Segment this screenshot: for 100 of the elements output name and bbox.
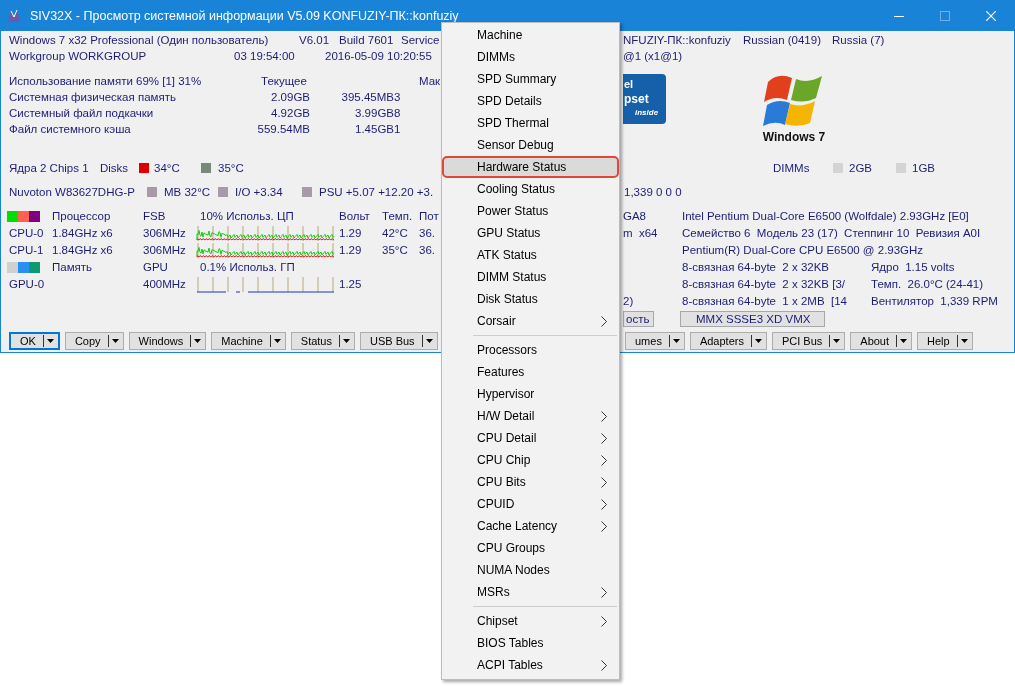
info-text: 2): [623, 294, 635, 309]
info-text: Nuvoton W83627DHG-P: [9, 185, 136, 200]
info-text: Использование памяти 69% [1] 31%: [9, 74, 203, 89]
menu-item[interactable]: Disk Status: [442, 288, 619, 310]
table-cell-text: 36.: [419, 226, 436, 241]
color-square: [147, 187, 157, 197]
feature-button[interactable]: MMX SSSE3 XD VMX: [680, 310, 826, 327]
info-text: Russian (0419): [743, 33, 822, 48]
menu-item[interactable]: Corsair: [442, 310, 619, 332]
dropdown-button[interactable]: umes: [625, 332, 685, 350]
badge-text: inside: [635, 109, 659, 117]
menu-item[interactable]: GPU Status: [442, 222, 619, 244]
table-cell-text: 1.29: [339, 226, 363, 241]
dropdown-button[interactable]: OK: [9, 332, 60, 350]
info-text: Workgroup WORKGROUP: [9, 49, 148, 64]
close-icon: [986, 10, 996, 21]
menu-item[interactable]: SPD Summary: [442, 68, 619, 90]
table-cell-text: 1.84GHz x6: [52, 226, 114, 241]
info-text: Темп. 26.0°C (24-41): [871, 277, 985, 292]
info-text: V6.01: [299, 33, 331, 48]
menu-item[interactable]: CPU Chip: [442, 449, 619, 471]
menu-item[interactable]: Cache Latency: [442, 515, 619, 537]
table-cell-text: 1.29: [339, 243, 363, 258]
menu-item[interactable]: Hardware Status: [442, 156, 619, 178]
menu-item[interactable]: MSRs: [442, 581, 619, 603]
dropdown-button[interactable]: Adapters: [689, 332, 767, 350]
table-cell-text: 36.: [419, 243, 436, 258]
column-header: Темп.: [382, 209, 414, 224]
info-text: 2GB: [849, 161, 873, 176]
table-cell-text: 400MHz: [143, 277, 187, 292]
table-cell-text: 1: [394, 122, 402, 137]
table-cell-text: 1.25: [339, 277, 363, 292]
info-text: Pentium(R) Dual-Core CPU E6500 @ 2.93GHz: [682, 243, 925, 258]
dropdown-button[interactable]: PCI Bus: [771, 332, 846, 350]
row-label: CPU-1: [9, 243, 45, 258]
table-cell-text: 4.92GB: [270, 106, 310, 121]
menu-item[interactable]: Sensor Debug: [442, 134, 619, 156]
info-text: Ядро 1.15 volts: [871, 260, 956, 275]
menu-item[interactable]: BIOS Tables: [442, 632, 619, 654]
info-text: I/O +3.34: [235, 185, 284, 200]
table-cell-text: 1.45GB: [354, 122, 394, 137]
info-text: Russia (7): [832, 33, 886, 48]
menu-item[interactable]: CPU Detail: [442, 427, 619, 449]
table-cell-text: 306MHz: [143, 243, 187, 258]
menu-item[interactable]: ATK Status: [442, 244, 619, 266]
app-icon: [6, 7, 22, 24]
column-header: FSB: [143, 209, 167, 224]
menu-item[interactable]: Features: [442, 361, 619, 383]
column-header: GPU: [143, 260, 169, 275]
caret-icon: [425, 339, 433, 343]
dropdown-button[interactable]: Windows: [128, 332, 207, 350]
menu-item[interactable]: DIMMs: [442, 46, 619, 68]
caret-icon: [46, 339, 54, 343]
menu-item[interactable]: Machine: [442, 24, 619, 46]
info-text: 8-связная 64-byte 2 x 32KB: [682, 260, 831, 275]
menu-item[interactable]: SPD Thermal: [442, 112, 619, 134]
menu-item[interactable]: Processors: [442, 339, 619, 361]
caret-icon: [672, 339, 680, 343]
menu-item[interactable]: Hypervisor: [442, 383, 619, 405]
row-label: GPU-0: [9, 277, 46, 292]
menu-item[interactable]: DIMM Status: [442, 266, 619, 288]
menu-item[interactable]: CPUID: [442, 493, 619, 515]
column-header: 0.1% Использ. ГП: [200, 260, 296, 275]
color-square: [833, 163, 843, 173]
menu-item[interactable]: SPD Details: [442, 90, 619, 112]
info-text: Service: [401, 33, 441, 48]
dropdown-button[interactable]: Status: [290, 332, 355, 350]
info-text: Disks: [100, 161, 130, 176]
menu-item[interactable]: H/W Detail: [442, 405, 619, 427]
feature-button[interactable]: ость: [623, 310, 655, 327]
menu-item[interactable]: CPU Bits: [442, 471, 619, 493]
row-label: CPU-0: [9, 226, 45, 241]
dropdown-button[interactable]: Help: [917, 332, 973, 350]
table-cell-text: 1.84GHz x6: [52, 243, 114, 258]
info-text: @1 (x1@1): [623, 49, 684, 64]
color-square: [302, 187, 312, 197]
color-square: [218, 187, 228, 197]
column-header: Мак: [419, 74, 442, 89]
table-cell-text: 8: [394, 106, 402, 121]
menu-item[interactable]: Power Status: [442, 200, 619, 222]
menu-item[interactable]: NUMA Nodes: [442, 559, 619, 581]
info-text: 35°C: [218, 161, 245, 176]
table-cell-text: 42°C: [382, 226, 409, 241]
row-label: Системная физическая память: [9, 90, 177, 105]
menu-item[interactable]: Chipset: [442, 610, 619, 632]
info-text: GA8: [623, 209, 647, 224]
caret-icon: [194, 339, 202, 343]
menu-item[interactable]: ACPI Tables: [442, 654, 619, 676]
dropdown-button[interactable]: About: [850, 332, 913, 350]
column-header: Память: [52, 260, 94, 275]
row-label: Системный файл подкачки: [9, 106, 155, 121]
table-cell-text: 35°C: [382, 243, 409, 258]
table-cell-text: 395.45MB: [340, 90, 394, 105]
dropdown-button[interactable]: Machine: [211, 332, 286, 350]
menu-item[interactable]: Cooling Status: [442, 178, 619, 200]
dropdown-button[interactable]: Copy: [64, 332, 124, 350]
menu-item[interactable]: CPU Groups: [442, 537, 619, 559]
info-text: 8-связная 64-byte 1 x 2MB [14: [682, 294, 848, 309]
caret-icon: [900, 339, 908, 343]
dropdown-button[interactable]: USB Bus: [360, 332, 438, 350]
